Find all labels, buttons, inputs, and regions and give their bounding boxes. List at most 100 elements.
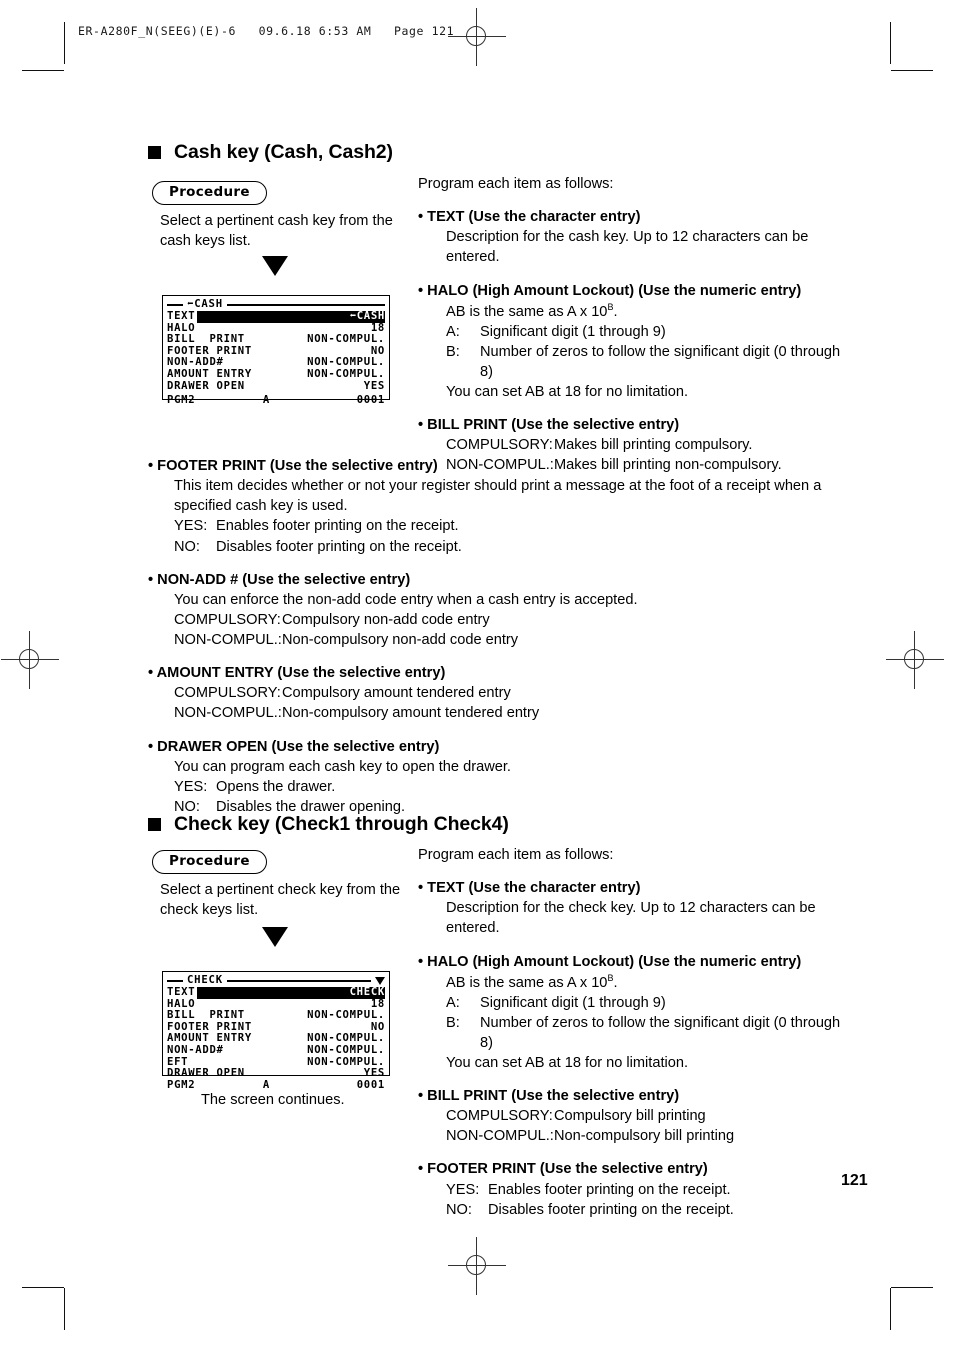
- lcd-row: DRAWER OPEN YES: [167, 379, 385, 393]
- lcd-status-counter: 0001: [356, 1078, 385, 1091]
- section-heading-check-key: Check key (Check1 through Check4): [148, 813, 509, 836]
- bullet-halo-cash: • HALO (High Amount Lockout) (Use the nu…: [418, 282, 802, 299]
- lcd-status-middle: A: [262, 394, 270, 407]
- lcd-title-dash-right-icon: [226, 304, 385, 306]
- lcd-row-value: NON-COMPUL.: [307, 1043, 385, 1056]
- halo-formula-cash: AB is the same as A x 10B.: [446, 301, 618, 320]
- bullet-footer-print-check: • FOOTER PRINT (Use the selective entry): [418, 1161, 708, 1178]
- bullet-body-line: specified cash key is used.: [174, 498, 348, 515]
- lcd-screen-cash: ⬅CASH TEXT ⬅CASH HALO 18 BILL PRINT NON-…: [162, 295, 390, 406]
- crop-mark-top-left-vertical: [64, 22, 65, 64]
- section-heading-check-key-label: Check key (Check1 through Check4): [174, 813, 509, 835]
- bullet-text-cash: • TEXT (Use the character entry): [418, 209, 641, 226]
- bullet-body-line: entered.: [446, 249, 500, 266]
- def-row: YES: Enables footer printing on the recei…: [174, 518, 459, 535]
- halo-tail-cash: You can set AB at 18 for no limitation.: [446, 383, 689, 400]
- lcd-row: AMOUNT ENTRY NON-COMPUL.: [167, 367, 385, 381]
- bullet-non-add-cash: • NON-ADD # (Use the selective entry): [148, 571, 411, 588]
- registration-mark-left: [1, 631, 59, 689]
- lcd-row-label: NON-ADD#: [167, 1043, 224, 1056]
- crop-mark-top-right-vertical: [890, 22, 891, 64]
- lead-text-check: Program each item as follows:: [418, 847, 614, 863]
- def-row: B: Number of zeros to follow the signific…: [446, 343, 841, 360]
- lcd-status-bar-cash: PGM2 A 0001: [167, 395, 385, 407]
- lcd-row: NON-ADD# NON-COMPUL.: [167, 1043, 385, 1057]
- def-row: COMPULSORY: Compulsory bill printing: [446, 1108, 706, 1125]
- def-row: COMPULSORY: Makes bill printing compulsor…: [446, 437, 753, 454]
- def-row: NON-COMPUL.: Non-compulsory non-add code …: [174, 632, 519, 648]
- bullet-body-line: Description for the check key. Up to 12 …: [446, 900, 816, 917]
- def-row: YES: Enables footer printing on the recei…: [446, 1181, 731, 1198]
- lcd-row-value: NON-COMPUL.: [307, 367, 385, 380]
- bullet-amount-entry-cash: • AMOUNT ENTRY (Use the selective entry): [148, 665, 446, 682]
- bullet-body-line: This item decides whether or not your re…: [174, 478, 822, 495]
- section-heading-cash-key: Cash key (Cash, Cash2): [148, 141, 393, 164]
- crop-mark-top-left-horizontal: [22, 70, 64, 71]
- screen-continues-caption: The screen continues.: [201, 1092, 345, 1108]
- bullet-body-line: Description for the cash key. Up to 12 c…: [446, 229, 809, 246]
- bullet-bill-print-check: • BILL PRINT (Use the selective entry): [418, 1088, 680, 1105]
- flow-arrow-down-icon-check: [262, 927, 288, 947]
- lcd-row-value: YES: [363, 379, 385, 392]
- lcd-title-dash-left-icon: [167, 304, 183, 306]
- lcd-status-mode: PGM2: [167, 1078, 196, 1091]
- def-row: NO: Disables footer printing on the recei…: [174, 538, 462, 555]
- bullet-body-line: You can enforce the non-add code entry w…: [174, 591, 638, 608]
- lcd-row-value: CHECK: [349, 986, 385, 998]
- def-row: NO: Disables footer printing on the recei…: [446, 1201, 734, 1218]
- procedure-badge-check: Procedure: [152, 850, 267, 874]
- lcd-row-label: TEXT: [167, 986, 198, 999]
- lcd-row: TEXT CHECK: [167, 986, 385, 999]
- registration-mark-top: [448, 8, 506, 66]
- def-row: A: Significant digit (1 through 9): [446, 323, 666, 340]
- procedure-text-check: Select a pertinent check key from the ch…: [160, 882, 401, 918]
- halo-formula-check: AB is the same as A x 10B.: [446, 972, 618, 991]
- section-heading-cash-key-label: Cash key (Cash, Cash2): [174, 141, 393, 163]
- halo-tail-check: You can set AB at 18 for no limitation.: [446, 1054, 689, 1071]
- lcd-status-counter: 0001: [356, 394, 385, 407]
- right-column-check: Program each item as follows: • TEXT (Us…: [418, 845, 850, 1220]
- lcd-row: DRAWER OPEN YES: [167, 1068, 385, 1080]
- lcd-status-mode: PGM2: [167, 394, 196, 407]
- lcd-row-value: YES: [363, 1067, 385, 1080]
- bullet-halo-check: • HALO (High Amount Lockout) (Use the nu…: [418, 953, 802, 970]
- crop-mark-bottom-left-vertical: [64, 1288, 65, 1330]
- lcd-row: TEXT ⬅CASH: [167, 310, 385, 323]
- bullet-square-icon: [148, 818, 161, 831]
- registration-mark-right: [886, 631, 944, 689]
- lcd-row-label: DRAWER OPEN: [167, 379, 245, 392]
- def-row: YES: Opens the drawer.: [174, 778, 336, 795]
- page-number: 121: [841, 1172, 868, 1189]
- registration-mark-bottom: [448, 1237, 506, 1295]
- def-row: COMPULSORY: Compulsory amount tendered en…: [174, 685, 511, 702]
- def-row: B: Number of zeros to follow the signific…: [446, 1014, 841, 1031]
- crop-mark-top-right-horizontal: [891, 70, 933, 71]
- bullet-body-line: You can program each cash key to open th…: [174, 758, 511, 775]
- def-row: A: Significant digit (1 through 9): [446, 994, 666, 1011]
- lcd-row-label: DRAWER OPEN: [167, 1067, 245, 1080]
- bullet-body-line: entered.: [446, 920, 500, 937]
- def-row: NON-COMPUL.: Non-compulsory amount tender…: [174, 705, 540, 722]
- procedure-text-cash: Select a pertinent cash key from the cas…: [160, 213, 393, 249]
- flow-arrow-down-icon-cash: [262, 256, 288, 276]
- crop-mark-bottom-right-horizontal: [891, 1287, 933, 1288]
- def-row: NON-COMPUL.: Non-compulsory bill printing: [446, 1128, 735, 1145]
- lcd-screen-check: CHECK TEXT CHECK HALO 18 BILL PRINT NON-…: [162, 971, 390, 1090]
- def-row: 8): [480, 363, 493, 380]
- def-row: COMPULSORY: Compulsory non-add code entry: [174, 611, 490, 628]
- bullet-square-icon: [148, 146, 161, 159]
- full-width-items-cash: • FOOTER PRINT (Use the selective entry)…: [148, 456, 860, 817]
- bullet-footer-print-cash: • FOOTER PRINT (Use the selective entry): [148, 458, 438, 474]
- lcd-title-dash-left-icon: [167, 980, 183, 982]
- bullet-bill-print-cash: • BILL PRINT (Use the selective entry): [418, 417, 680, 434]
- lcd-row-label: AMOUNT ENTRY: [167, 367, 252, 380]
- bullet-text-check: • TEXT (Use the character entry): [418, 880, 641, 897]
- crop-mark-bottom-right-vertical: [890, 1288, 891, 1330]
- right-column-cash: Program each item as follows: • TEXT (Us…: [418, 174, 850, 475]
- crop-mark-bottom-left-horizontal: [22, 1287, 64, 1288]
- lcd-status-bar-check: PGM2 A 0001: [167, 1078, 385, 1092]
- lcd-row-value: ⬅CASH: [349, 310, 385, 322]
- lcd-scroll-down-icon: [375, 977, 385, 985]
- page-header-slug: ER-A280F_N(SEEG)(E)-6 09.6.18 6:53 AM Pa…: [78, 24, 455, 38]
- lcd-title-dash-right-icon: [226, 980, 371, 982]
